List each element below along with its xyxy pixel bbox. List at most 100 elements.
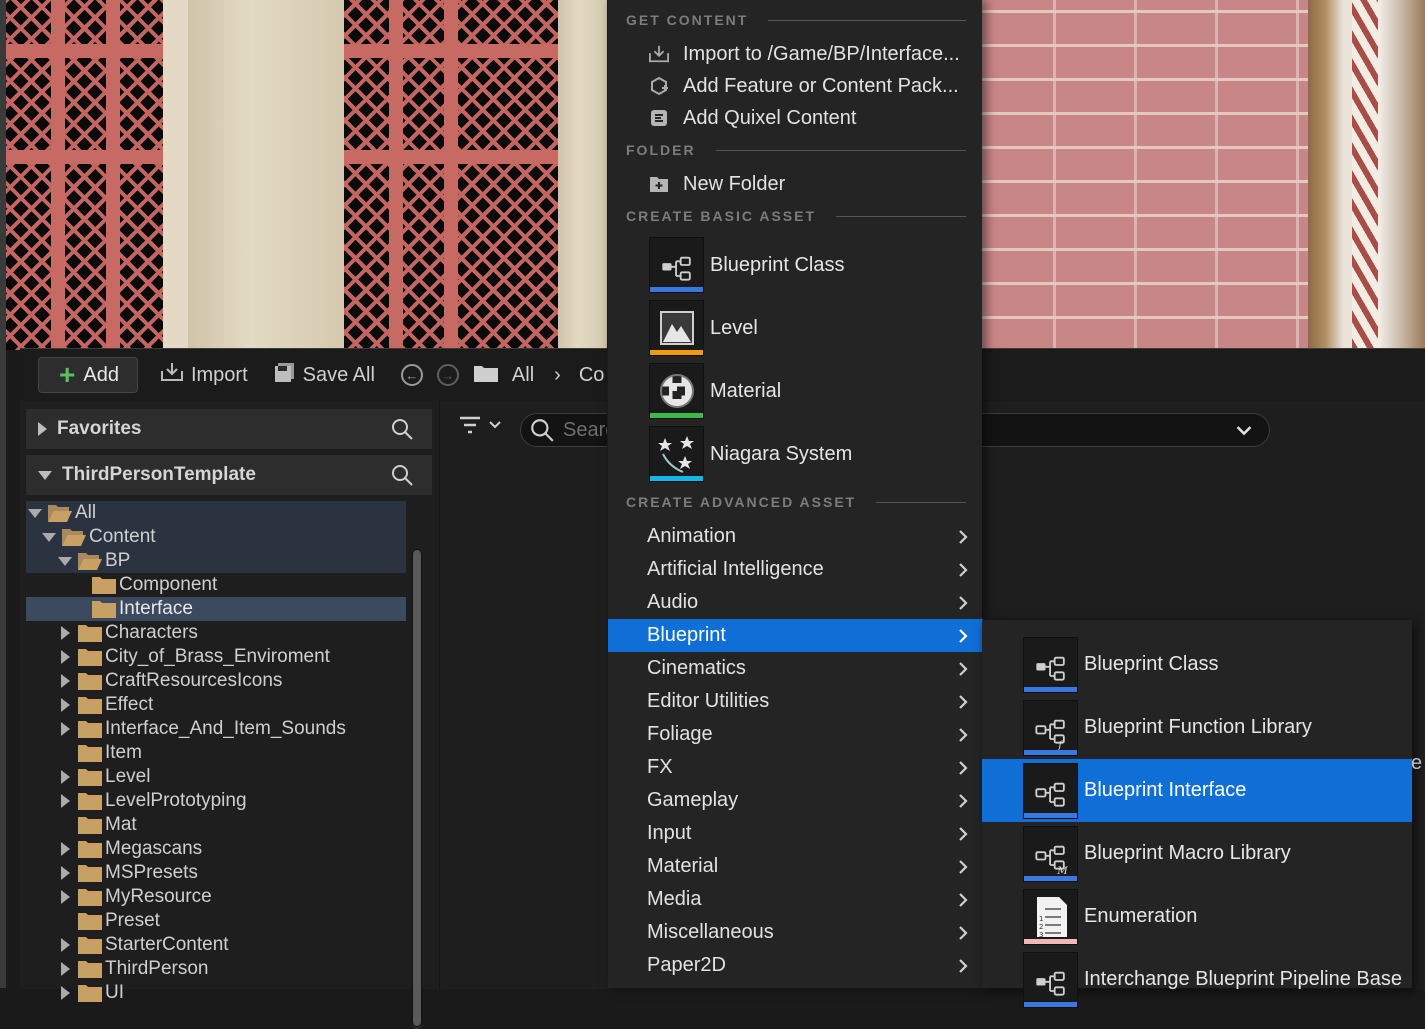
expand-arrow-icon[interactable]: [58, 626, 72, 640]
basic-asset-blueprint-class[interactable]: Blueprint Class: [649, 237, 845, 293]
advanced-category-artificial-intelligence[interactable]: Artificial Intelligence: [608, 553, 983, 586]
wall-beam: [163, 0, 188, 350]
basic-asset-niagara-system[interactable]: Niagara System: [649, 426, 852, 482]
expand-arrow-icon[interactable]: [58, 842, 72, 856]
folder-icon: [77, 935, 103, 955]
category-label: Input: [647, 822, 692, 844]
advanced-category-gameplay[interactable]: Gameplay: [608, 784, 983, 817]
category-label: Media: [647, 888, 702, 910]
submenu-blueprint-interface[interactable]: Blueprint Interface: [982, 759, 1412, 822]
folder-icon: [77, 767, 103, 787]
expand-arrow-icon[interactable]: [58, 986, 72, 1000]
expand-arrow-icon[interactable]: [58, 938, 72, 952]
expand-arrow-icon[interactable]: [58, 698, 72, 712]
tree-folder-item[interactable]: MyResource: [26, 885, 406, 909]
basic-asset-level[interactable]: Level: [649, 300, 758, 356]
basic-asset-material[interactable]: Material: [649, 363, 781, 419]
forward-arrow-icon[interactable]: →: [436, 364, 459, 386]
breadcrumb-all[interactable]: All: [512, 357, 534, 393]
collapse-arrow-icon[interactable]: [58, 554, 72, 568]
expand-arrow-icon[interactable]: [58, 962, 72, 976]
breadcrumb-content[interactable]: Co: [579, 357, 605, 393]
collapse-arrow-icon[interactable]: [42, 530, 56, 544]
new-folder-menu-item[interactable]: New Folder: [648, 168, 785, 200]
level-icon: [649, 300, 704, 356]
blueprint-class-icon: [1023, 636, 1078, 693]
advanced-category-miscellaneous[interactable]: Miscellaneous: [608, 916, 983, 949]
tree-folder-item[interactable]: ThirdPerson: [26, 957, 406, 981]
advanced-category-audio[interactable]: Audio: [608, 586, 983, 619]
submenu-interchange-blueprint-pipeline-base[interactable]: Interchange Blueprint Pipeline Base: [982, 948, 1412, 1011]
tree-folder-item[interactable]: Characters: [26, 621, 406, 645]
category-label: Paper2D: [647, 954, 726, 976]
asset-label: Material: [710, 379, 782, 402]
add-quixel-menu-item[interactable]: Add Quixel Content: [648, 102, 856, 134]
advanced-category-material[interactable]: Material: [608, 850, 983, 883]
chevron-right-icon: [957, 825, 969, 848]
submenu-blueprint-class[interactable]: Blueprint Class: [982, 633, 1412, 696]
advanced-category-foliage[interactable]: Foliage: [608, 718, 983, 751]
tree-folder-item[interactable]: Item: [26, 741, 406, 765]
advanced-category-animation[interactable]: Animation: [608, 520, 983, 553]
tree-folder-item[interactable]: LevelPrototyping: [26, 789, 406, 813]
expand-arrow-icon[interactable]: [58, 770, 72, 784]
advanced-category-paper2d[interactable]: Paper2D: [608, 949, 983, 982]
tree-folder-item[interactable]: Component: [26, 573, 406, 597]
tree-folder-label: LevelPrototyping: [105, 790, 247, 811]
import-button[interactable]: Import: [160, 357, 248, 393]
filter-button[interactable]: [458, 415, 502, 435]
import-menu-item[interactable]: Import to /Game/BP/Interface...: [648, 38, 960, 70]
project-header[interactable]: ThirdPersonTemplate: [26, 455, 432, 495]
tree-folder-label: ThirdPerson: [105, 958, 209, 979]
favorites-label: Favorites: [57, 418, 142, 439]
scrollbar-thumb[interactable]: [412, 549, 422, 1027]
add-context-menu: GET CONTENT Import to /Game/BP/Interface…: [607, 0, 983, 988]
tree-folder-label: Level: [105, 766, 151, 787]
add-feature-menu-item[interactable]: Add Feature or Content Pack...: [648, 70, 959, 102]
submenu-enumeration[interactable]: 1 2 3 Enumeration: [982, 885, 1412, 948]
tree-folder-item[interactable]: Level: [26, 765, 406, 789]
submenu-blueprint-macro-library[interactable]: M Blueprint Macro Library: [982, 822, 1412, 885]
advanced-category-editor-utilities[interactable]: Editor Utilities: [608, 685, 983, 718]
search-icon[interactable]: [390, 417, 414, 441]
tree-folder-label: Preset: [105, 910, 160, 931]
chevron-down-icon[interactable]: [1235, 422, 1253, 440]
folder-icon: [77, 623, 103, 643]
tree-folder-item[interactable]: Megascans: [26, 837, 406, 861]
expand-arrow-icon[interactable]: [58, 674, 72, 688]
collapse-arrow-icon[interactable]: [28, 506, 42, 520]
tree-folder-item[interactable]: City_of_Brass_Enviroment: [26, 645, 406, 669]
tree-folder-item[interactable]: UI: [26, 981, 406, 1005]
save-all-button[interactable]: Save All: [274, 357, 375, 393]
tree-folder-item[interactable]: Interface: [26, 597, 406, 621]
tree-scrollbar[interactable]: [412, 549, 422, 1029]
add-button[interactable]: + Add: [38, 357, 138, 393]
tree-folder-item[interactable]: StarterContent: [26, 933, 406, 957]
favorites-header[interactable]: Favorites: [26, 409, 432, 449]
advanced-category-cinematics[interactable]: Cinematics: [608, 652, 983, 685]
project-label: ThirdPersonTemplate: [62, 464, 256, 485]
tree-folder-item[interactable]: Effect: [26, 693, 406, 717]
tree-folder-item[interactable]: MSPresets: [26, 861, 406, 885]
tree-folder-item[interactable]: CraftResourcesIcons: [26, 669, 406, 693]
advanced-category-fx[interactable]: FX: [608, 751, 983, 784]
search-icon[interactable]: [390, 463, 414, 487]
advanced-category-media[interactable]: Media: [608, 883, 983, 916]
advanced-category-blueprint[interactable]: Blueprint: [608, 619, 983, 652]
submenu-blueprint-function-library[interactable]: f Blueprint Function Library: [982, 696, 1412, 759]
expand-arrow-icon[interactable]: [58, 722, 72, 736]
tree-folder-item[interactable]: Interface_And_Item_Sounds: [26, 717, 406, 741]
breadcrumb-chevron-icon: ›: [554, 363, 561, 386]
expand-arrow-icon[interactable]: [58, 794, 72, 808]
tree-folder-item[interactable]: All: [26, 501, 406, 525]
back-arrow-icon[interactable]: ←: [400, 364, 423, 386]
advanced-category-input[interactable]: Input: [608, 817, 983, 850]
tree-folder-item[interactable]: Preset: [26, 909, 406, 933]
tree-folder-item[interactable]: Content: [26, 525, 406, 549]
blueprint-function-library-icon: f: [1023, 699, 1078, 756]
expand-arrow-icon[interactable]: [58, 890, 72, 904]
expand-arrow-icon[interactable]: [58, 650, 72, 664]
tree-folder-item[interactable]: Mat: [26, 813, 406, 837]
expand-arrow-icon[interactable]: [58, 866, 72, 880]
tree-folder-item[interactable]: BP: [26, 549, 406, 573]
